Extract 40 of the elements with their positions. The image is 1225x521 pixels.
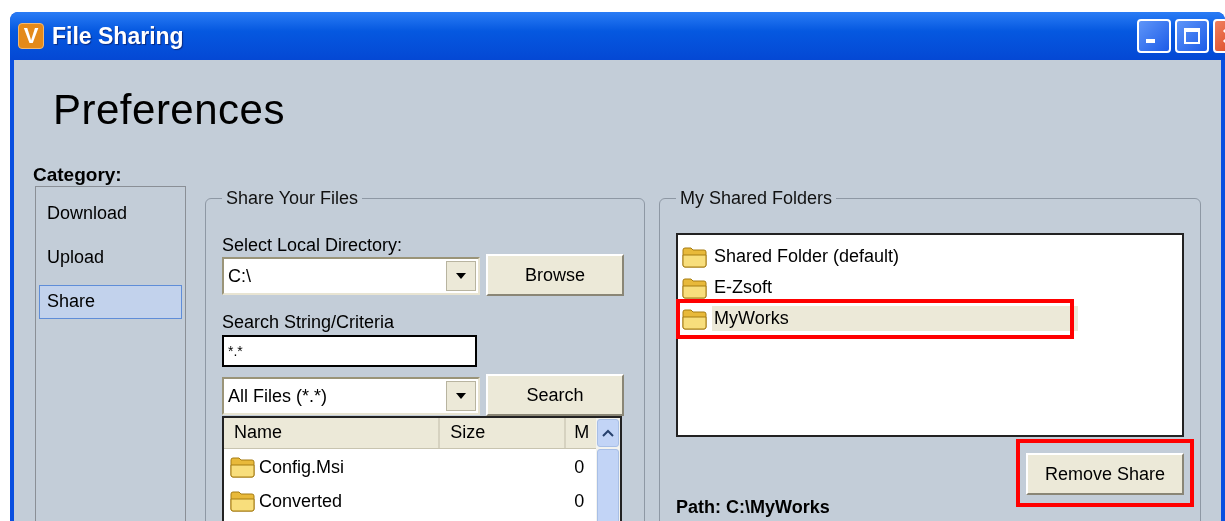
folder-icon bbox=[230, 490, 256, 512]
maximize-button[interactable] bbox=[1175, 19, 1209, 53]
category-item[interactable]: Download bbox=[39, 197, 182, 231]
minimize-button[interactable] bbox=[1137, 19, 1171, 53]
scroll-up-button[interactable] bbox=[597, 419, 619, 447]
folder-item[interactable]: Shared Folder (default) bbox=[712, 244, 902, 269]
app-logo-icon: V bbox=[18, 23, 44, 49]
column-header[interactable]: Size bbox=[440, 418, 567, 448]
search-button[interactable]: Search bbox=[486, 374, 624, 416]
folder-icon bbox=[682, 276, 708, 299]
browse-button[interactable]: Browse bbox=[486, 254, 624, 296]
folder-icon bbox=[682, 245, 708, 268]
file-type-dropdown[interactable]: All Files (*.*) bbox=[222, 377, 480, 415]
table-cell: 0 bbox=[574, 490, 585, 512]
column-header[interactable]: Name bbox=[224, 418, 441, 448]
folder-item[interactable]: E-Zsoft bbox=[712, 275, 774, 300]
folder-icon bbox=[682, 307, 708, 330]
folder-icon bbox=[230, 456, 256, 478]
maximize-icon bbox=[1182, 26, 1202, 46]
minimize-icon bbox=[1145, 39, 1155, 43]
scroll-thumb[interactable] bbox=[597, 449, 619, 521]
directory-dropdown[interactable]: C:\ bbox=[222, 257, 480, 295]
file-name: Config.Msi bbox=[259, 456, 345, 478]
scrollbar[interactable] bbox=[596, 418, 620, 521]
category-item[interactable]: Share bbox=[39, 285, 182, 319]
field-label: Select Local Directory: bbox=[222, 235, 404, 257]
window-title: File Sharing bbox=[52, 22, 185, 50]
search-field[interactable]: *.* bbox=[222, 335, 477, 367]
column-header[interactable]: M bbox=[566, 418, 596, 448]
table-cell: 0 bbox=[574, 456, 585, 478]
page-heading: Preferences bbox=[52, 85, 286, 135]
path-text: Path: C:\MyWorks bbox=[676, 497, 831, 517]
remove-share-button[interactable]: Remove Share bbox=[1026, 453, 1184, 495]
category-label: Category: bbox=[33, 166, 123, 186]
group-title: My Shared Folders bbox=[679, 188, 834, 209]
group-title: Share Your Files bbox=[225, 188, 360, 209]
folder-item[interactable]: MyWorks bbox=[712, 306, 1078, 331]
file-name: Converted bbox=[259, 490, 343, 512]
field-label: Search String/Criteria bbox=[222, 312, 396, 334]
category-item[interactable]: Upload bbox=[39, 241, 182, 275]
